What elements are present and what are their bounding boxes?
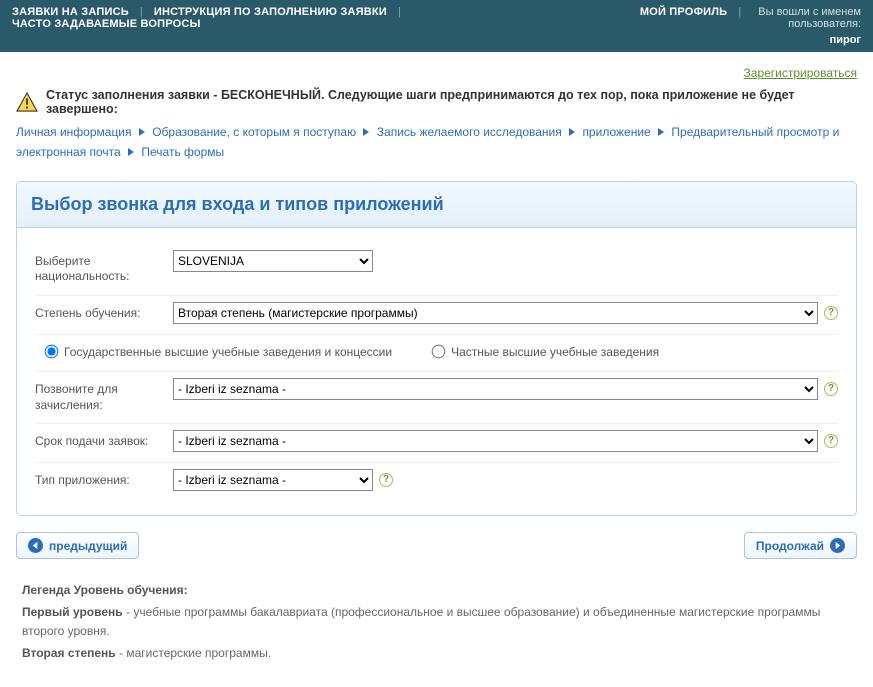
nav-link-profile[interactable]: МОЙ ПРОФИЛЬ [640,6,727,18]
legend-line1-bold: Первый уровень [22,605,123,619]
call-label: Позвоните для зачисления: [35,378,163,413]
radio-public[interactable]: Государственные высшие учебные заведения… [45,345,392,359]
radio-private-input[interactable] [432,345,446,359]
username: пирог [576,34,861,46]
chevron-right-icon [567,122,577,142]
radio-private[interactable]: Частные высшие учебные заведения [432,345,659,359]
breadcrumb: Личная информация Образование, с которым… [16,122,857,163]
breadcrumb-step[interactable]: приложение [582,125,650,139]
help-icon[interactable]: ? [379,473,393,487]
panel-title: Выбор звонка для входа и типов приложени… [31,194,842,215]
legend-heading: Легенда Уровень обучения: [22,583,851,597]
arrow-left-icon [28,538,43,553]
legend-line1-text: - учебные программы бакалавриата (профес… [22,605,820,638]
next-button-label: Продолжай [756,539,824,553]
nav-link-faq[interactable]: ЧАСТО ЗАДАВАЕМЫЕ ВОПРОСЫ [12,18,201,30]
nav-link-instructions[interactable]: ИНСТРУКЦИЯ ПО ЗАПОЛНЕНИЮ ЗАЯВКИ [154,6,387,18]
status-text: Статус заполнения заявки - БЕСКОНЕЧНЫЙ. … [46,88,857,116]
chevron-right-icon [137,122,147,142]
chevron-right-icon [361,122,371,142]
breadcrumb-step[interactable]: Образование, с которым я поступаю [152,125,356,139]
breadcrumb-step[interactable]: Запись желаемого исследования [377,125,562,139]
legend-line2-text: - магистерские программы. [116,646,271,660]
degree-label: Степень обучения: [35,302,163,322]
radio-private-label: Частные высшие учебные заведения [451,345,659,359]
call-select[interactable]: - Izberi iz seznama - [173,378,818,400]
breadcrumb-step[interactable]: Печать формы [141,145,224,159]
prev-button-label: предыдущий [49,539,127,553]
nationality-select[interactable]: SLOVENIJA [173,250,373,272]
logged-in-label: Вы вошли с именем пользователя: [758,6,861,30]
next-button[interactable]: Продолжай [744,532,857,559]
nav-link-applications[interactable]: ЗАЯВКИ НА ЗАПИСЬ [12,6,129,18]
chevron-right-icon [656,122,666,142]
nationality-label: Выберите национальность: [35,250,163,285]
panel: Выбор звонка для входа и типов приложени… [16,181,857,516]
warning-icon [16,92,38,112]
top-nav: ЗАЯВКИ НА ЗАПИСЬ | ИНСТРУКЦИЯ ПО ЗАПОЛНЕ… [0,0,873,52]
degree-select[interactable]: Вторая степень (магистерские программы) [173,302,818,324]
chevron-right-icon [126,142,136,162]
deadline-select[interactable]: - Izberi iz seznama - [173,430,818,452]
help-icon[interactable]: ? [824,306,838,320]
panel-header: Выбор звонка для входа и типов приложени… [17,182,856,228]
register-link[interactable]: Зарегистрироваться [744,66,857,80]
prev-button[interactable]: предыдущий [16,532,139,559]
deadline-label: Срок подачи заявок: [35,430,163,450]
breadcrumb-step[interactable]: Личная информация [16,125,132,139]
help-icon[interactable]: ? [824,434,838,448]
legend-line2-bold: Вторая степень [22,646,116,660]
arrow-right-icon [830,538,845,553]
legend: Легенда Уровень обучения: Первый уровень… [16,583,857,663]
radio-public-input[interactable] [45,345,59,359]
apptype-label: Тип приложения: [35,469,163,489]
help-icon[interactable]: ? [824,382,838,396]
apptype-select[interactable]: - Izberi iz seznama - [173,469,373,491]
radio-public-label: Государственные высшие учебные заведения… [64,345,392,359]
